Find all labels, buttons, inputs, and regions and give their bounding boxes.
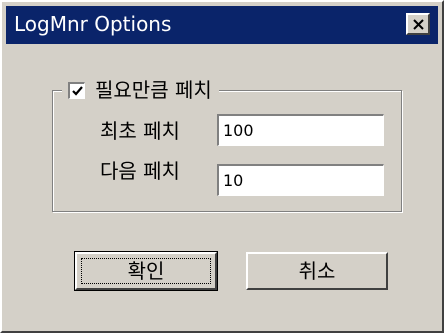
ok-button-label: 확인	[127, 259, 165, 283]
fetch-on-demand-checkbox-row[interactable]: 필요만큼 페치	[62, 76, 219, 104]
ok-button[interactable]: 확인	[74, 251, 218, 291]
initial-fetch-label: 최초 페치	[100, 119, 180, 143]
fetch-on-demand-label: 필요만큼 페치	[95, 78, 212, 102]
next-fetch-input[interactable]	[217, 164, 384, 196]
next-fetch-label: 다음 페치	[100, 159, 180, 183]
close-icon	[413, 19, 424, 30]
initial-fetch-input[interactable]	[217, 114, 384, 146]
cancel-button-label: 취소	[298, 259, 336, 283]
close-button[interactable]	[406, 13, 430, 35]
cancel-button[interactable]: 취소	[246, 252, 388, 290]
checkmark-icon	[72, 85, 83, 96]
fetch-on-demand-checkbox[interactable]	[68, 81, 85, 99]
dialog-title: LogMnr Options	[14, 12, 172, 36]
logmnr-options-dialog: LogMnr Options 필요만큼 페치 최초 페치 다음 페치 확인 취소	[0, 0, 444, 333]
title-bar[interactable]: LogMnr Options	[6, 6, 438, 44]
